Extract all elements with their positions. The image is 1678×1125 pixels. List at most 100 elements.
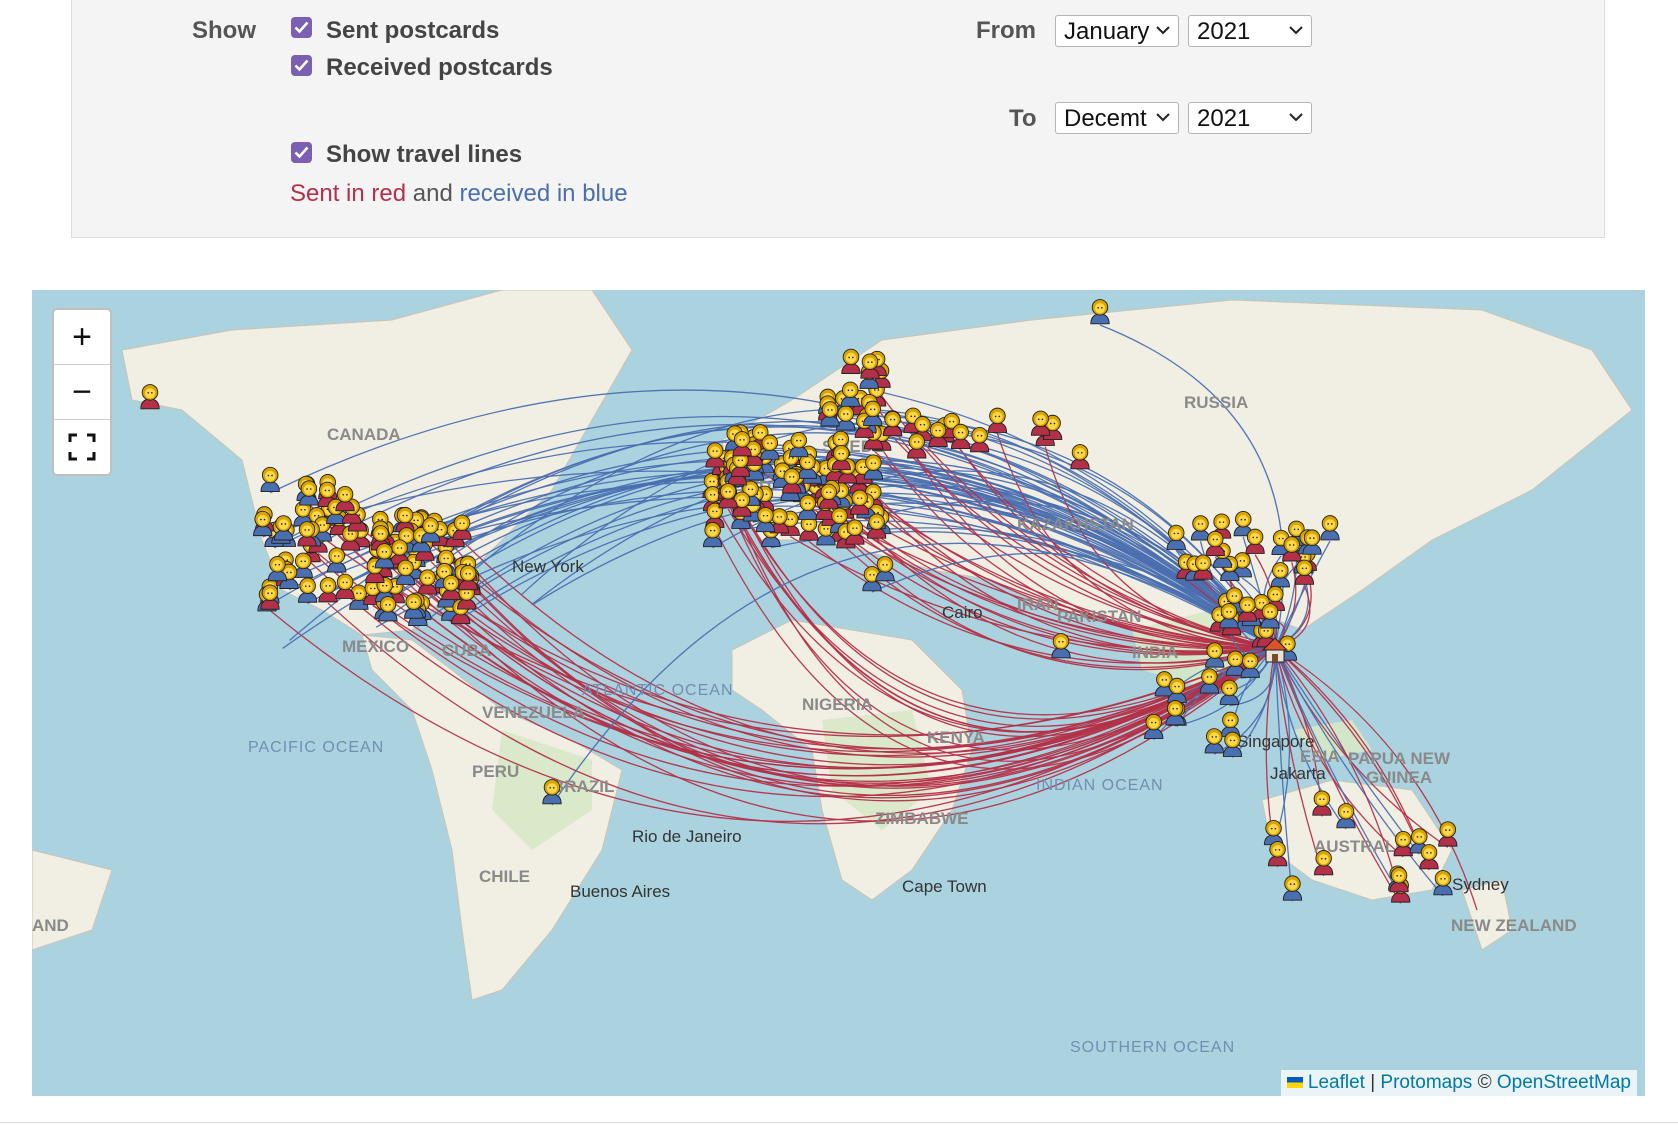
postcard-marker-icon[interactable] — [1282, 536, 1302, 562]
postcard-marker-icon[interactable] — [299, 480, 319, 506]
postcard-marker-icon[interactable] — [1245, 528, 1265, 554]
postcard-marker-icon[interactable] — [335, 573, 355, 599]
postcard-marker-icon[interactable] — [1222, 731, 1243, 757]
postcard-marker-icon[interactable] — [1267, 841, 1288, 867]
postcard-marker-icon[interactable] — [705, 442, 725, 468]
to-year-select[interactable]: 2021 — [1188, 102, 1312, 134]
to-month-select[interactable]: Decemt — [1055, 102, 1179, 134]
postcard-marker-icon[interactable] — [1165, 700, 1185, 726]
postcard-marker-icon[interactable] — [1389, 867, 1409, 893]
postcard-marker-icon[interactable] — [969, 426, 990, 453]
postcard-marker-icon[interactable] — [782, 468, 802, 494]
map-canvas[interactable]: CANADARUSSIASWEDEUNITEDKAZAKHSTANIRANPAK… — [32, 290, 1645, 1096]
postcard-map[interactable]: CANADARUSSIASWEDEUNITEDKAZAKHSTANIRANPAK… — [32, 290, 1645, 1096]
postcard-marker-icon[interactable] — [1225, 650, 1246, 676]
postcard-marker-icon[interactable] — [335, 486, 355, 512]
postcard-marker-icon[interactable] — [1270, 562, 1290, 588]
postcard-marker-icon[interactable] — [760, 434, 780, 460]
postcard-marker-icon[interactable] — [845, 519, 865, 545]
postcard-marker-icon[interactable] — [1260, 603, 1280, 629]
postcard-marker-icon[interactable] — [1219, 603, 1239, 629]
postcard-marker-icon[interactable] — [732, 431, 752, 457]
postcard-marker-icon[interactable] — [1090, 299, 1110, 325]
postcard-marker-icon[interactable] — [417, 569, 438, 595]
postcard-marker-icon[interactable] — [327, 547, 347, 573]
show-travel-lines-label[interactable]: Show travel lines — [326, 141, 522, 169]
postcard-marker-icon[interactable] — [1302, 529, 1322, 555]
postcard-marker-icon[interactable] — [260, 584, 280, 610]
postcard-marker-icon[interactable] — [404, 593, 424, 619]
postcard-marker-icon[interactable] — [297, 577, 318, 603]
postcard-marker-icon[interactable] — [840, 381, 860, 407]
postcard-marker-icon[interactable] — [1393, 830, 1413, 857]
leaflet-link[interactable]: Leaflet — [1308, 1072, 1365, 1093]
postcard-marker-icon[interactable] — [458, 564, 478, 591]
fullscreen-button[interactable] — [54, 420, 110, 474]
postcard-marker-icon[interactable] — [542, 779, 562, 805]
postcard-marker-icon[interactable] — [140, 384, 160, 410]
postcard-marker-icon[interactable] — [907, 433, 927, 459]
postcard-marker-icon[interactable] — [260, 466, 280, 493]
postcard-marker-icon[interactable] — [703, 521, 723, 548]
postcard-marker-icon[interactable] — [1144, 713, 1164, 740]
postcard-marker-icon[interactable] — [1167, 677, 1187, 704]
postcard-marker-icon[interactable] — [755, 506, 776, 533]
from-year-select[interactable]: 2021 — [1188, 15, 1312, 47]
postcard-marker-icon[interactable] — [863, 454, 884, 480]
postcard-marker-icon[interactable] — [1219, 679, 1240, 705]
postcard-marker-icon[interactable] — [374, 543, 395, 569]
postcard-marker-icon[interactable] — [378, 596, 398, 622]
postcard-marker-icon[interactable] — [820, 401, 840, 427]
postcard-marker-icon[interactable] — [1205, 642, 1225, 668]
postcard-marker-icon[interactable] — [1070, 444, 1090, 470]
postcard-marker-icon[interactable] — [860, 353, 880, 379]
received-postcards-checkbox[interactable] — [291, 55, 312, 76]
postcard-marker-icon[interactable] — [797, 453, 818, 479]
openstreetmap-link[interactable]: OpenStreetMap — [1497, 1072, 1631, 1093]
postcard-marker-icon[interactable] — [395, 559, 416, 585]
postcard-marker-icon[interactable] — [831, 444, 851, 471]
postcard-marker-icon[interactable] — [452, 514, 472, 540]
sent-postcards-checkbox[interactable] — [291, 17, 312, 38]
postcard-marker-icon[interactable] — [1282, 875, 1303, 901]
postcard-marker-icon[interactable] — [928, 421, 948, 448]
sent-postcards-label[interactable]: Sent postcards — [326, 17, 499, 45]
postcard-marker-icon[interactable] — [1294, 559, 1315, 585]
postcard-marker-icon[interactable] — [1320, 515, 1340, 541]
postcard-marker-icon[interactable] — [253, 510, 273, 537]
postcard-marker-icon[interactable] — [1190, 515, 1211, 541]
postcard-marker-icon[interactable] — [863, 400, 883, 426]
postcard-marker-icon[interactable] — [951, 423, 971, 450]
postcard-marker-icon[interactable] — [318, 577, 338, 603]
postcard-marker-icon[interactable] — [841, 348, 861, 374]
postcard-marker-icon[interactable] — [1433, 870, 1453, 896]
postcard-marker-icon[interactable] — [718, 483, 738, 509]
postcard-marker-icon[interactable] — [297, 521, 317, 547]
zoom-out-button[interactable]: − — [54, 365, 110, 420]
postcard-marker-icon[interactable] — [1336, 803, 1356, 829]
postcard-marker-icon[interactable] — [1193, 554, 1213, 580]
postcard-marker-icon[interactable] — [273, 515, 294, 541]
postcard-marker-icon[interactable] — [1051, 633, 1071, 659]
from-month-select[interactable]: January — [1055, 15, 1179, 47]
received-postcards-label[interactable]: Received postcards — [326, 54, 553, 82]
postcard-marker-icon[interactable] — [789, 431, 809, 458]
postcard-marker-icon[interactable] — [1204, 728, 1224, 754]
postcard-marker-icon[interactable] — [987, 407, 1008, 433]
postcard-marker-icon[interactable] — [798, 494, 818, 520]
postcard-marker-icon[interactable] — [866, 513, 887, 539]
postcard-marker-icon[interactable] — [1263, 819, 1284, 846]
postcard-marker-icon[interactable] — [420, 517, 441, 543]
postcard-marker-icon[interactable] — [1030, 410, 1051, 436]
postcard-marker-icon[interactable] — [441, 574, 461, 601]
postcard-marker-icon[interactable] — [1419, 844, 1439, 870]
postcard-marker-icon[interactable] — [1237, 596, 1258, 622]
postcard-marker-icon[interactable] — [267, 555, 288, 582]
show-travel-lines-checkbox[interactable] — [291, 142, 312, 163]
postcard-marker-icon[interactable] — [882, 410, 903, 437]
protomaps-link[interactable]: Protomaps — [1380, 1072, 1472, 1093]
postcard-marker-icon[interactable] — [1438, 821, 1458, 847]
postcard-marker-icon[interactable] — [1314, 850, 1334, 876]
postcard-marker-icon[interactable] — [850, 489, 870, 515]
postcard-marker-icon[interactable] — [1312, 790, 1332, 816]
